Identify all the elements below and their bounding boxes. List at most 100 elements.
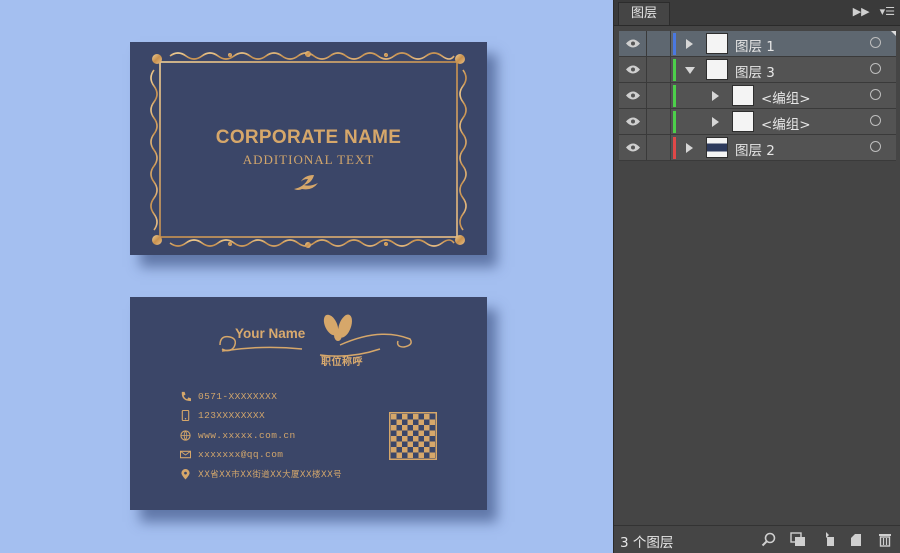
target-circle-icon[interactable]	[870, 37, 881, 48]
contact-web: www.xxxxx.com.cn	[180, 430, 296, 441]
visibility-eye-icon[interactable]	[625, 90, 641, 101]
target-circle-icon[interactable]	[870, 89, 881, 100]
qr-cell	[407, 452, 413, 458]
contact-mobile: 123XXXXXXXX	[180, 410, 265, 421]
layer-row[interactable]: <编组>	[619, 109, 896, 135]
panel-tab-bar: 图层 ▶▶ ▾☰	[614, 0, 900, 26]
job-title: 职位称呼	[321, 357, 363, 368]
layer-color-swatch	[673, 137, 676, 159]
visibility-eye-icon[interactable]	[625, 142, 641, 153]
search-icon[interactable]	[761, 532, 777, 547]
layer-row[interactable]: <编组>	[619, 83, 896, 109]
qr-code-placeholder	[389, 412, 437, 460]
qr-cell	[407, 419, 413, 425]
layer-row[interactable]: 图层 3	[619, 57, 896, 83]
layer-row[interactable]: 图层 2	[619, 135, 896, 161]
layer-thumbnail	[732, 111, 754, 132]
qr-cell	[418, 452, 424, 458]
qr-cell	[391, 414, 397, 420]
visibility-eye-icon[interactable]	[625, 116, 641, 127]
qr-cell	[429, 441, 435, 447]
contact-address: XX省XX市XX街道XX大厦XX楼XX号	[180, 468, 342, 480]
layer-name[interactable]: 图层 1	[735, 35, 775, 55]
layer-color-swatch	[673, 59, 676, 81]
contact-text: xxxxxxx@qq.com	[198, 449, 284, 460]
qr-cell	[407, 441, 413, 447]
qr-cell	[407, 430, 413, 436]
target-circle-icon[interactable]	[870, 115, 881, 126]
layer-name[interactable]: <编组>	[761, 87, 811, 107]
location-icon	[181, 468, 190, 480]
qr-cell	[424, 447, 430, 453]
layer-name[interactable]: <编组>	[761, 113, 811, 133]
collapse-panel-icon[interactable]: ▶▶	[853, 5, 870, 18]
collapse-arrow-icon[interactable]	[685, 67, 695, 74]
contact-text: www.xxxxx.com.cn	[198, 430, 296, 441]
contact-text: XX省XX市XX街道XX大厦XX楼XX号	[198, 470, 342, 480]
qr-cell	[402, 425, 408, 431]
business-card-front[interactable]: CORPORATE NAME ADDITIONAL TEXT	[130, 42, 487, 255]
qr-cell	[402, 436, 408, 442]
tab-layers[interactable]: 图层	[618, 2, 671, 25]
phone-icon	[181, 391, 191, 402]
contact-text: 0571-XXXXXXXX	[198, 391, 278, 402]
layer-name[interactable]: 图层 2	[735, 139, 775, 159]
qr-cell	[413, 436, 419, 442]
visibility-eye-icon[interactable]	[625, 38, 641, 49]
target-circle-icon[interactable]	[870, 141, 881, 152]
additional-text: ADDITIONAL TEXT	[242, 152, 375, 167]
clipping-mask-icon[interactable]	[790, 532, 806, 547]
qr-cell	[413, 447, 419, 453]
layer-thumbnail	[706, 33, 728, 54]
corporate-name: CORPORATE NAME	[215, 127, 402, 148]
mail-icon	[180, 450, 191, 459]
layer-count: 3 个图层	[620, 535, 674, 551]
leaf-ornament-icon	[294, 175, 318, 190]
layers-list: 图层 1 图层 3 <编组> <编组> 图层 2	[619, 31, 896, 161]
trash-icon[interactable]	[877, 532, 893, 547]
new-layer-icon[interactable]	[848, 532, 864, 547]
qr-cell	[396, 419, 402, 425]
qr-cell	[391, 425, 397, 431]
visibility-eye-icon[interactable]	[625, 64, 641, 75]
layers-panel: 图层 ▶▶ ▾☰ 图层 1 图层 3 <编组> <编组> 图层 2 3 个图层	[613, 0, 900, 553]
selection-corner-icon	[891, 31, 896, 36]
qr-cell	[402, 447, 408, 453]
contact-phone: 0571-XXXXXXXX	[180, 391, 277, 402]
artboard-canvas[interactable]: CORPORATE NAME ADDITIONAL TEXT Your Name…	[0, 0, 613, 553]
mobile-icon	[181, 410, 190, 421]
qr-cell	[396, 452, 402, 458]
layer-color-swatch	[673, 111, 676, 133]
qr-cell	[418, 419, 424, 425]
expand-arrow-icon[interactable]	[686, 39, 693, 49]
panel-footer: 3 个图层	[614, 525, 900, 553]
qr-cell	[429, 452, 435, 458]
layer-thumbnail	[706, 137, 728, 158]
qr-cell	[391, 447, 397, 453]
web-icon	[180, 430, 191, 441]
qr-cell	[424, 425, 430, 431]
panel-menu-icon[interactable]: ▾☰	[880, 5, 895, 18]
layer-color-swatch	[673, 85, 676, 107]
layer-name[interactable]: 图层 3	[735, 61, 775, 81]
your-name: Your Name	[235, 326, 306, 341]
target-circle-icon[interactable]	[870, 63, 881, 74]
contact-email: xxxxxxx@qq.com	[180, 449, 283, 460]
layer-row[interactable]: 图层 1	[619, 31, 896, 57]
layer-color-swatch	[673, 33, 676, 55]
qr-cell	[418, 430, 424, 436]
layer-thumbnail	[706, 59, 728, 80]
expand-arrow-icon[interactable]	[712, 91, 719, 101]
qr-cell	[424, 436, 430, 442]
qr-cell	[396, 441, 402, 447]
qr-cell	[424, 414, 430, 420]
qr-cell	[396, 430, 402, 436]
qr-cell	[413, 414, 419, 420]
qr-cell	[413, 425, 419, 431]
expand-arrow-icon[interactable]	[686, 143, 693, 153]
contact-text: 123XXXXXXXX	[198, 410, 266, 421]
sublayer-icon[interactable]	[819, 532, 835, 547]
layer-thumbnail	[732, 85, 754, 106]
business-card-back[interactable]: Your Name 职位称呼 0571-XXXXXXXX 123XXXXXXXX…	[130, 297, 487, 510]
expand-arrow-icon[interactable]	[712, 117, 719, 127]
